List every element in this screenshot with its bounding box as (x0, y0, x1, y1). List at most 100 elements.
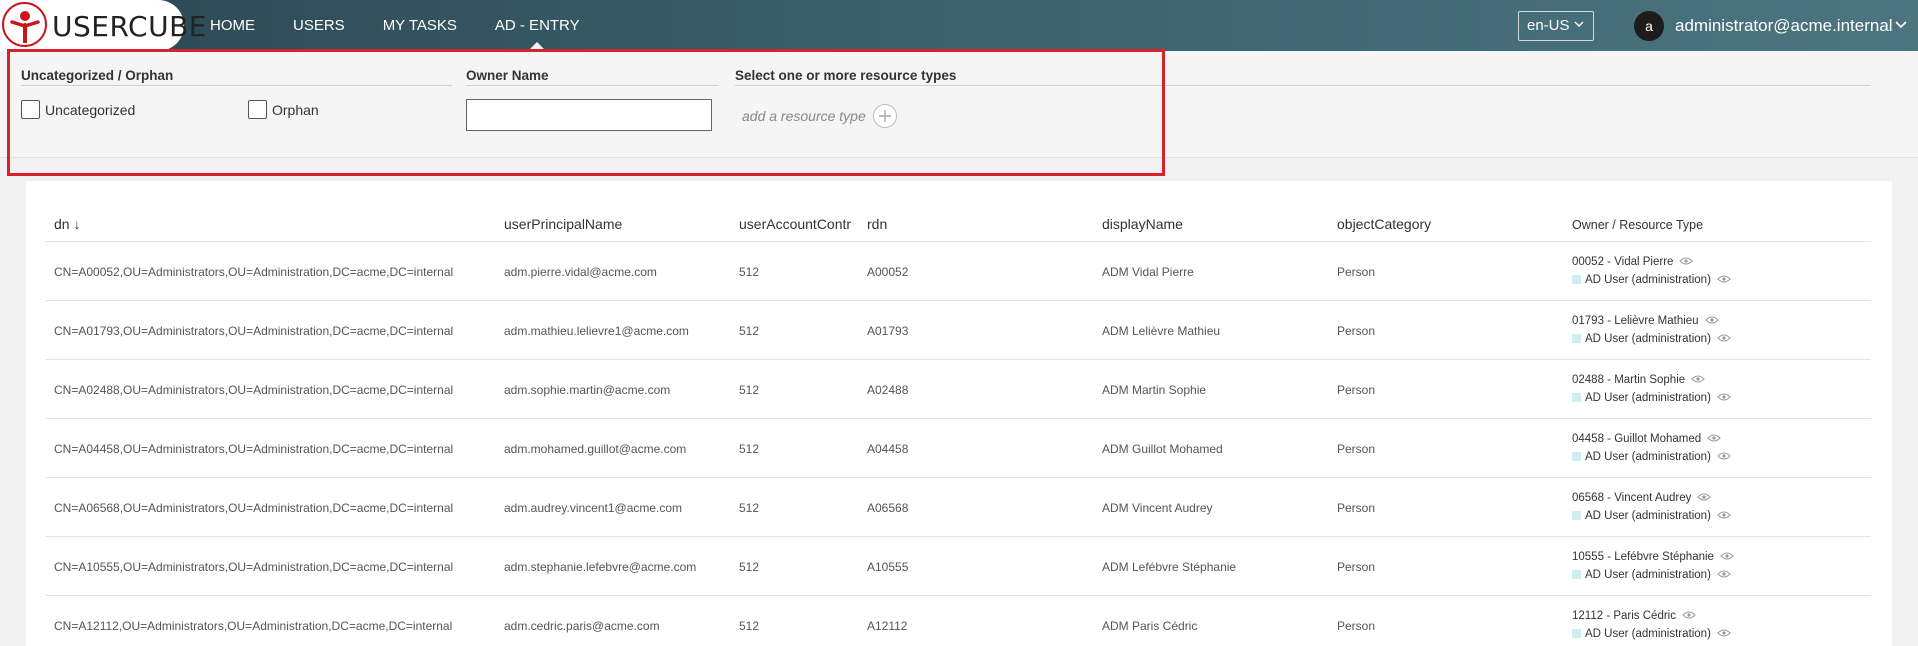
nav-my-tasks[interactable]: MY TASKS (383, 0, 457, 51)
resource-type-link[interactable]: AD User (administration) (1572, 569, 1731, 581)
cell-rdn: A00052 (867, 265, 909, 279)
table-row[interactable]: CN=A02488,OU=Administrators,OU=Administr… (45, 360, 1871, 419)
avatar[interactable]: a (1634, 11, 1664, 41)
resource-type-link[interactable]: AD User (administration) (1572, 274, 1731, 286)
resource-type-link[interactable]: AD User (administration) (1572, 510, 1731, 522)
logo-text: USERCUBE (52, 10, 207, 43)
resource-types-title: Select one or more resource types (735, 68, 957, 83)
column-header-displayname[interactable]: displayName (1102, 216, 1183, 232)
orphan-checkbox[interactable] (248, 100, 267, 119)
cell-useraccountcontrol: 512 (739, 501, 760, 515)
eye-icon[interactable] (1711, 392, 1731, 404)
cell-useraccountcontrol: 512 (739, 619, 760, 633)
owner-link[interactable]: 00052 - Vidal Pierre (1572, 256, 1694, 268)
cell-objectcategory: Person (1337, 619, 1376, 633)
add-resource-type-placeholder[interactable]: add a resource type (742, 108, 866, 124)
resource-type-chip-icon (1572, 275, 1581, 284)
eye-icon[interactable] (1691, 492, 1712, 504)
eye-icon[interactable] (1711, 569, 1731, 581)
cell-userprincipalname: adm.sophie.martin@acme.com (504, 383, 671, 397)
eye-icon[interactable] (1685, 374, 1705, 386)
table-row[interactable]: CN=A00052,OU=Administrators,OU=Administr… (45, 242, 1871, 301)
resource-type-link[interactable]: AD User (administration) (1572, 628, 1731, 640)
logo[interactable]: USERCUBE (0, 0, 206, 51)
cell-displayname: ADM Guillot Mohamed (1102, 442, 1223, 456)
eye-icon[interactable] (1711, 510, 1731, 522)
owner-label: 06568 - Vincent Audrey (1572, 492, 1692, 504)
nav-ad-entry[interactable]: AD - ENTRY (495, 0, 580, 51)
cell-useraccountcontrol: 512 (739, 442, 760, 456)
nav-users[interactable]: USERS (293, 0, 345, 51)
owner-link[interactable]: 10555 - Lefébvre Stéphanie (1572, 551, 1734, 563)
resource-type-label: AD User (administration) (1585, 451, 1711, 463)
owner-name-input[interactable] (466, 99, 712, 131)
cell-rdn: A01793 (867, 324, 909, 338)
table-row[interactable]: CN=A12112,OU=Administrators,OU=Administr… (45, 596, 1871, 646)
eye-icon[interactable] (1711, 274, 1731, 286)
user-menu[interactable]: administrator@acme.internal (1675, 16, 1893, 36)
cell-dn: CN=A02488,OU=Administrators,OU=Administr… (54, 383, 454, 397)
cell-displayname: ADM Martin Sophie (1102, 383, 1207, 397)
column-header-objectcategory[interactable]: objectCategory (1337, 216, 1431, 232)
cell-dn: CN=A10555,OU=Administrators,OU=Administr… (54, 560, 454, 574)
cell-userprincipalname: adm.pierre.vidal@acme.com (504, 265, 657, 279)
language-value: en-US (1527, 17, 1570, 34)
owner-link[interactable]: 01793 - Lelièvre Mathieu (1572, 315, 1719, 327)
cell-userprincipalname: adm.audrey.vincent1@acme.com (504, 501, 683, 515)
owner-link[interactable]: 04458 - Guillot Mohamed (1572, 433, 1721, 445)
cell-useraccountcontrol: 512 (739, 265, 760, 279)
column-header-useraccountcontrol[interactable]: userAccountControl (739, 216, 851, 232)
eye-icon[interactable] (1711, 628, 1731, 640)
eye-icon[interactable] (1673, 256, 1694, 268)
resource-type-link[interactable]: AD User (administration) (1572, 333, 1731, 345)
cell-useraccountcontrol: 512 (739, 324, 760, 338)
table-row[interactable]: CN=A10555,OU=Administrators,OU=Administr… (45, 537, 1871, 596)
language-select[interactable]: en-US (1518, 11, 1594, 41)
column-header-dn[interactable]: dn ↓ (54, 216, 80, 232)
eye-icon[interactable] (1711, 451, 1731, 463)
cell-dn: CN=A12112,OU=Administrators,OU=Administr… (54, 619, 453, 633)
owner-label: 01793 - Lelièvre Mathieu (1572, 315, 1699, 327)
table-row[interactable]: CN=A06568,OU=Administrators,OU=Administr… (45, 478, 1871, 537)
owner-link[interactable]: 12112 - Paris Cédric (1572, 610, 1696, 622)
eye-icon[interactable] (1699, 315, 1719, 327)
column-header-rdn[interactable]: rdn (867, 216, 887, 232)
resource-type-link[interactable]: AD User (administration) (1572, 392, 1731, 404)
divider (466, 85, 719, 86)
resource-type-chip-icon (1572, 570, 1581, 579)
column-header-owner-resource-type[interactable]: Owner / Resource Type (1572, 218, 1703, 232)
divider (21, 85, 452, 86)
cell-objectcategory: Person (1337, 560, 1376, 574)
eye-icon[interactable] (1714, 551, 1734, 563)
cell-userprincipalname: adm.cedric.paris@acme.com (504, 619, 660, 633)
uncategorized-checkbox[interactable] (21, 100, 40, 119)
eye-icon[interactable] (1711, 333, 1731, 345)
cell-objectcategory: Person (1337, 442, 1376, 456)
owner-link[interactable]: 06568 - Vincent Audrey (1572, 492, 1712, 504)
table-row[interactable]: CN=A04458,OU=Administrators,OU=Administr… (45, 419, 1871, 478)
cell-userprincipalname: adm.stephanie.lefebvre@acme.com (504, 560, 697, 574)
usercube-logo-icon (2, 2, 47, 47)
table-row[interactable]: CN=A01793,OU=Administrators,OU=Administr… (45, 301, 1871, 360)
column-header-userprincipalname[interactable]: userPrincipalName (504, 216, 622, 232)
orphan-label: Orphan (272, 102, 319, 118)
cell-dn: CN=A04458,OU=Administrators,OU=Administr… (54, 442, 454, 456)
chevron-down-icon[interactable] (1895, 19, 1907, 31)
uncategorized-orphan-title: Uncategorized / Orphan (21, 68, 174, 83)
eye-icon[interactable] (1676, 610, 1696, 622)
resource-type-link[interactable]: AD User (administration) (1572, 451, 1731, 463)
owner-label: 04458 - Guillot Mohamed (1572, 433, 1702, 445)
resource-type-label: AD User (administration) (1585, 274, 1711, 286)
nav-home[interactable]: HOME (210, 0, 255, 51)
top-bar: USERCUBE HOME USERS MY TASKS AD - ENTRY … (0, 0, 1918, 51)
cell-rdn: A02488 (867, 383, 909, 397)
eye-icon[interactable] (1701, 433, 1721, 445)
owner-link[interactable]: 02488 - Martin Sophie (1572, 374, 1705, 386)
cell-dn: CN=A01793,OU=Administrators,OU=Administr… (54, 324, 454, 338)
cell-rdn: A04458 (867, 442, 909, 456)
cell-useraccountcontrol: 512 (739, 560, 760, 574)
owner-label: 12112 - Paris Cédric (1572, 610, 1676, 622)
cell-rdn: A10555 (867, 560, 909, 574)
resource-type-chip-icon (1572, 393, 1581, 402)
add-resource-type-button[interactable] (873, 104, 897, 128)
